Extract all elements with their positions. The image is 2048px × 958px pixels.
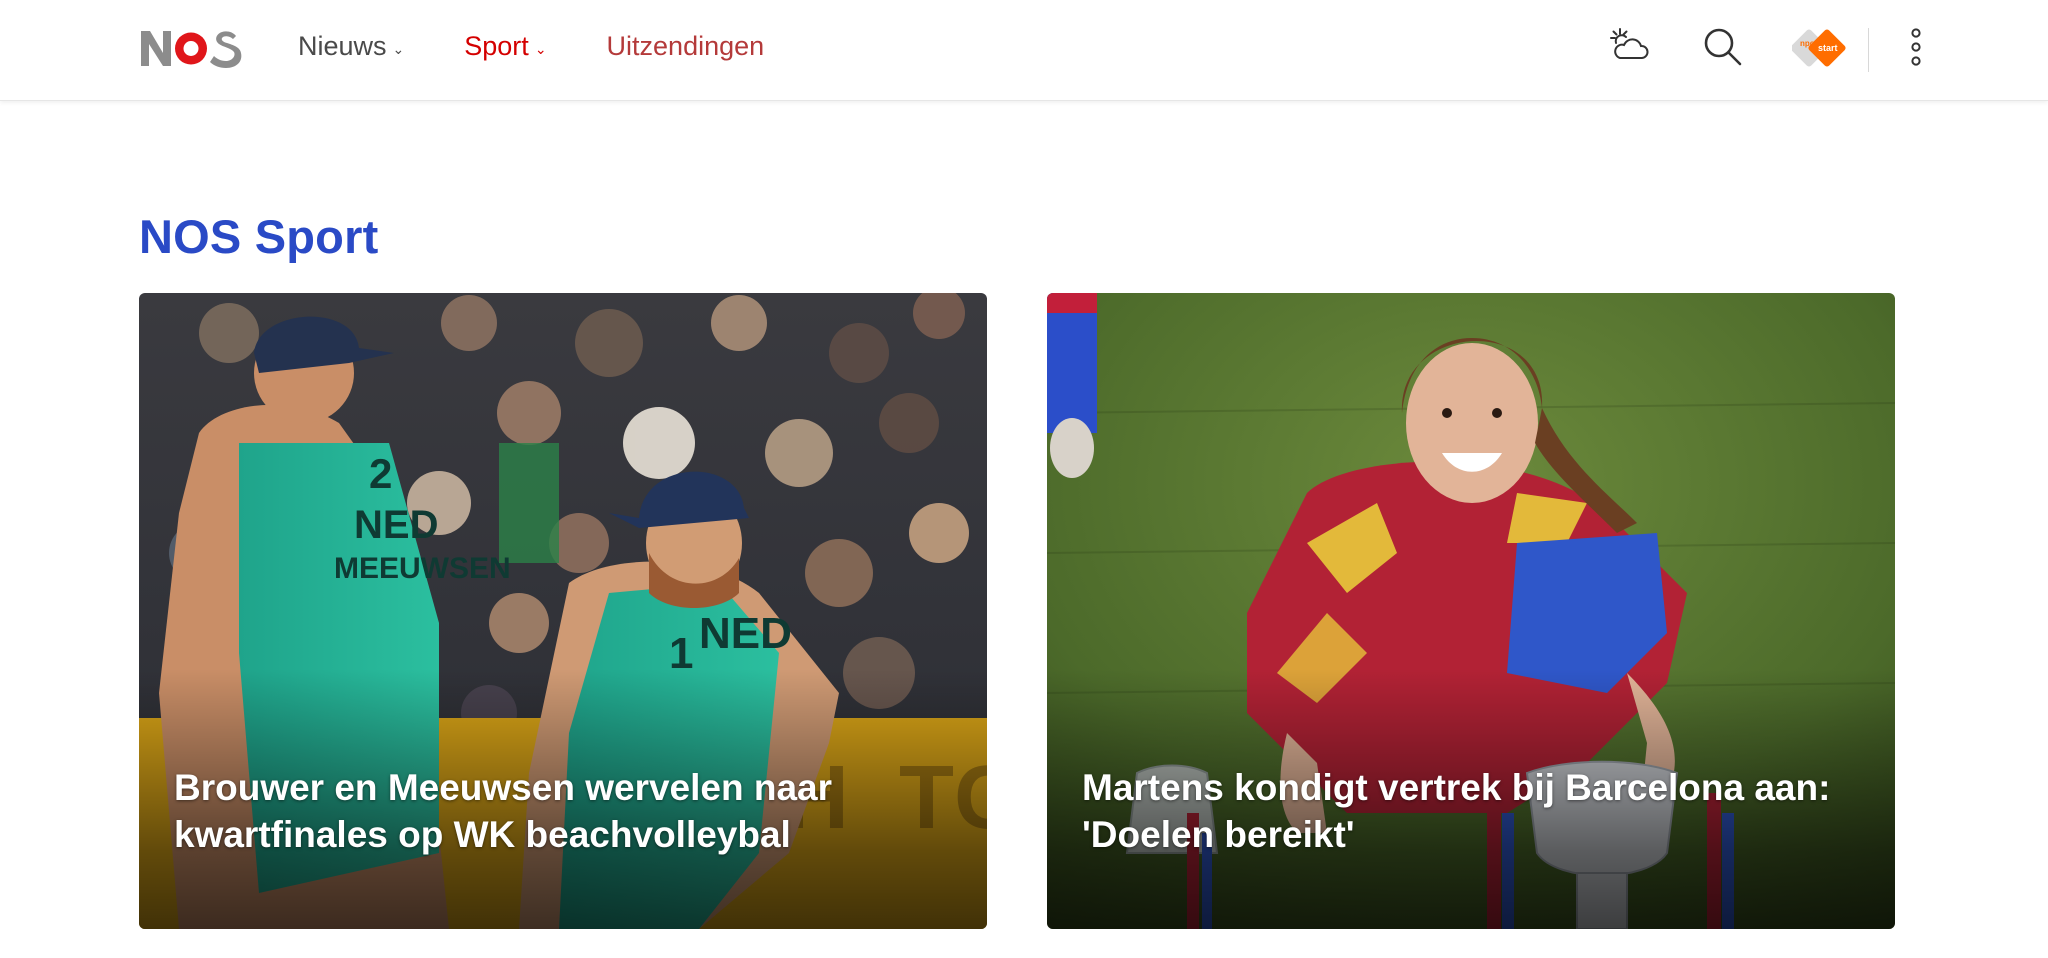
chevron-down-icon: ⌄ — [534, 40, 547, 57]
header-actions: npo start — [1548, 0, 2048, 92]
svg-text:NED: NED — [354, 503, 438, 547]
nav-label-uitzendingen: Uitzendingen — [606, 30, 765, 61]
svg-text:2: 2 — [369, 450, 392, 497]
article-headline: Brouwer en Meeuwsen wervelen naar kwartf… — [174, 767, 833, 856]
svg-text:MEEUWSEN: MEEUWSEN — [334, 552, 511, 585]
chevron-down-icon: ⌄ — [392, 40, 405, 57]
svg-text:start: start — [1818, 43, 1838, 53]
nav-item-uitzendingen[interactable]: Uitzendingen — [607, 31, 765, 62]
weather-icon[interactable] — [1608, 26, 1650, 69]
nav-item-nieuws[interactable]: Nieuws ⌄ — [298, 31, 404, 62]
article-headline: Martens kondigt vertrek bij Barcelona aa… — [1082, 767, 1831, 856]
svg-text:NED: NED — [699, 609, 792, 658]
site-header: Nieuws ⌄ Sport ⌄ Uitzendingen npo start — [0, 0, 2048, 101]
article-card-beachvolleybal[interactable]: ECH TC NED 1 2 NED MEEUWSEN Brouwer en M… — [139, 293, 987, 929]
search-icon[interactable] — [1702, 26, 1744, 73]
nav-label-sport: Sport — [464, 30, 529, 61]
more-vertical-icon[interactable] — [1908, 26, 1924, 73]
header-divider — [1868, 28, 1869, 72]
nos-logo[interactable] — [139, 26, 245, 70]
page-title: NOS Sport — [139, 210, 379, 264]
nav-item-sport[interactable]: Sport ⌄ — [464, 31, 546, 62]
nav-label-nieuws: Nieuws — [298, 30, 387, 61]
npo-start-icon[interactable]: npo start — [1790, 28, 1846, 73]
nos-logo-mark — [141, 31, 242, 68]
main-nav: Nieuws ⌄ Sport ⌄ Uitzendingen — [298, 0, 824, 92]
svg-text:npo: npo — [1800, 39, 1815, 48]
article-card-martens[interactable]: Martens kondigt vertrek bij Barcelona aa… — [1047, 293, 1895, 929]
